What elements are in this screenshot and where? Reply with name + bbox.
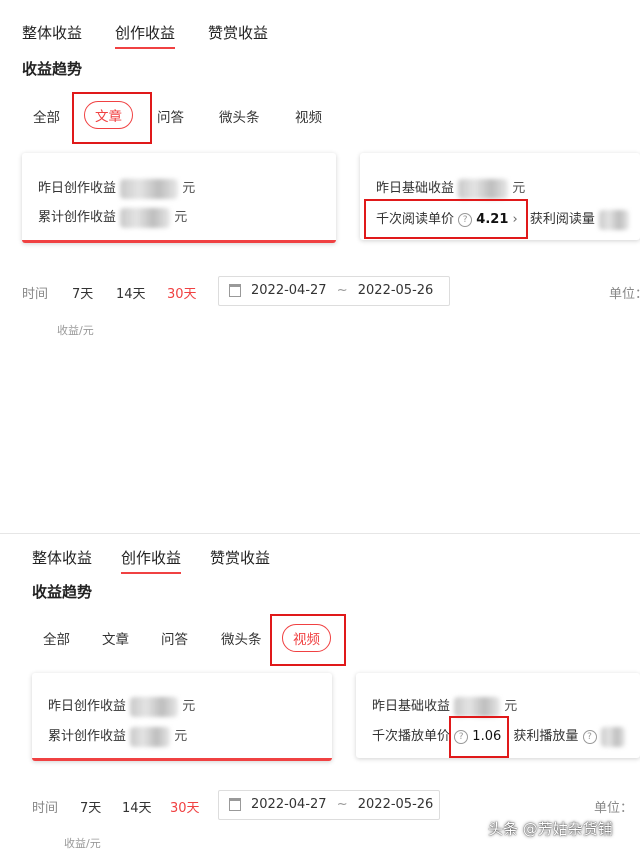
yesterday-creation-label: 昨日创作收益 元 xyxy=(48,695,195,717)
calendar-icon xyxy=(229,284,241,297)
unit-label: 单位： xyxy=(609,287,640,302)
creation-income-card[interactable]: 昨日创作收益 元 累计创作收益 元 xyxy=(22,153,336,243)
range-30d[interactable]: 30天 xyxy=(167,283,197,302)
tab-overall-income[interactable]: 整体收益 xyxy=(22,22,82,43)
blurred-value xyxy=(458,178,509,199)
calendar-icon xyxy=(229,798,241,811)
subtab-microheadline[interactable]: 微头条 xyxy=(221,628,262,648)
blurred-value xyxy=(120,178,179,199)
subtab-video[interactable]: 视频 xyxy=(295,106,322,126)
subtab-qa[interactable]: 问答 xyxy=(161,628,188,648)
tab-creation-income[interactable]: 创作收益 xyxy=(121,547,182,574)
tab-reward-income[interactable]: 赞赏收益 xyxy=(210,547,270,568)
total-creation-label: 累计创作收益 元 xyxy=(38,206,187,228)
subtab-video[interactable]: 视频 xyxy=(282,624,331,652)
panel-divider xyxy=(0,533,640,534)
unit-label: 单位： xyxy=(594,801,634,816)
total-creation-label: 累计创作收益 元 xyxy=(48,725,187,747)
tab-reward-income[interactable]: 赞赏收益 xyxy=(208,22,268,43)
tab-overall-income[interactable]: 整体收益 xyxy=(32,547,92,568)
date-range-picker[interactable]: 2022-04-27 ~ 2022-05-26 xyxy=(218,790,440,820)
watermark: 头条 @芳姑杂货铺 xyxy=(488,820,613,838)
blurred-value xyxy=(600,726,625,747)
subtab-all[interactable]: 全部 xyxy=(33,106,60,126)
y-axis-label: 收益/元 xyxy=(64,837,101,850)
section-heading: 收益趋势 xyxy=(22,60,83,78)
yesterday-creation-label: 昨日创作收益 元 xyxy=(38,177,195,199)
time-label: 时间 xyxy=(32,801,59,816)
blurred-value xyxy=(130,696,179,717)
time-label: 时间 xyxy=(22,287,49,302)
blurred-value xyxy=(454,696,501,717)
creation-income-card[interactable]: 昨日创作收益 元 累计创作收益 元 xyxy=(32,673,332,761)
range-30d[interactable]: 30天 xyxy=(170,797,200,816)
range-14d[interactable]: 14天 xyxy=(116,283,146,302)
subtab-article[interactable]: 文章 xyxy=(84,101,133,129)
highlight-box-read-price xyxy=(364,199,528,239)
range-7d[interactable]: 7天 xyxy=(72,283,93,302)
range-7d[interactable]: 7天 xyxy=(80,797,101,816)
subtab-all[interactable]: 全部 xyxy=(43,628,70,648)
subtab-qa[interactable]: 问答 xyxy=(157,106,184,126)
blurred-value xyxy=(120,207,171,228)
range-14d[interactable]: 14天 xyxy=(122,797,152,816)
blurred-value xyxy=(599,209,630,230)
section-heading: 收益趋势 xyxy=(32,583,93,601)
y-axis-label: 收益/元 xyxy=(57,324,94,337)
subtab-article[interactable]: 文章 xyxy=(102,628,129,648)
yesterday-basic-label: 昨日基础收益 元 xyxy=(376,177,525,199)
yesterday-basic-label: 昨日基础收益 元 xyxy=(372,695,517,717)
date-range-picker[interactable]: 2022-04-27 ~ 2022-05-26 xyxy=(218,276,450,306)
highlight-box-play-price xyxy=(449,716,509,758)
subtab-microheadline[interactable]: 微头条 xyxy=(219,106,260,126)
tab-creation-income[interactable]: 创作收益 xyxy=(115,22,176,49)
blurred-value xyxy=(130,726,171,747)
help-icon[interactable]: ? xyxy=(582,729,597,744)
